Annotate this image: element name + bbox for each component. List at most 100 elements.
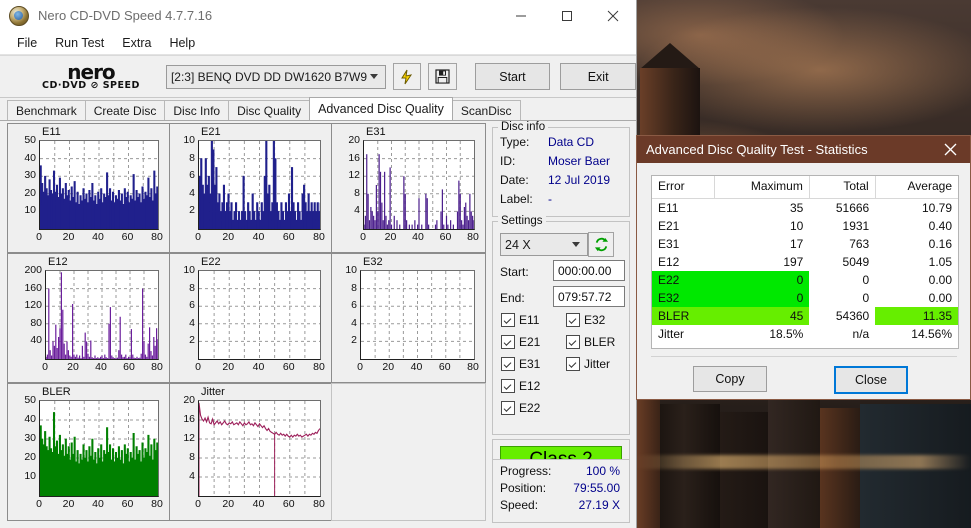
tab-create-disc[interactable]: Create Disc (84, 100, 166, 120)
refresh-button[interactable] (588, 232, 614, 257)
table-row[interactable]: BLER 45 54360 11.35 (652, 307, 958, 325)
chart-bler-xtick: 20 (62, 498, 75, 510)
checkbox-e31-label: E31 (519, 357, 541, 371)
checkbox-e21[interactable]: E21 (501, 335, 540, 349)
tab-disc-quality[interactable]: Disc Quality (228, 100, 311, 120)
drive-select[interactable]: [2:3] BENQ DVD DD DW1620 B7W9 (165, 64, 386, 89)
tab-scandisc[interactable]: ScanDisc (451, 100, 521, 120)
cell-maximum: 35 (790, 201, 804, 215)
chart-plot-bler (39, 400, 159, 497)
chart-plot-e31 (363, 140, 475, 230)
table-row[interactable]: E31 17 763 0.16 (652, 235, 958, 253)
checkbox-e12[interactable]: E12 (501, 379, 540, 393)
chart-plot-e22 (198, 270, 321, 360)
menu-extra[interactable]: Extra (113, 34, 160, 52)
checkbox-jitter-label: Jitter (584, 357, 611, 371)
nero-logo-line1: nero (67, 60, 115, 85)
table-row[interactable]: E12 197 5049 1.05 (652, 253, 958, 271)
start-button[interactable]: Start (474, 63, 551, 90)
table-row[interactable]: E21 10 1931 0.40 (652, 217, 958, 235)
checkbox-e21-label: E21 (519, 335, 541, 349)
table-row[interactable]: Jitter 18.5% n/a 14.56% (652, 325, 958, 343)
checkbox-e22-label: E22 (519, 401, 541, 415)
tab-disc-info[interactable]: Disc Info (164, 100, 230, 120)
menu-run-test[interactable]: Run Test (46, 34, 113, 52)
checkbox-e11-label: E11 (519, 313, 540, 327)
cell-average: 0.16 (928, 237, 952, 251)
checkmark-icon (501, 357, 515, 371)
column-header-maximum: Maximum (714, 176, 810, 199)
statistics-table: Error Maximum Total Average E11 35 51666 10… (652, 176, 958, 343)
speed-select[interactable]: 24 X (500, 233, 588, 256)
chevron-down-icon (369, 74, 378, 79)
checkbox-jitter[interactable]: Jitter (566, 357, 610, 371)
position-value: 79:55.00 (573, 481, 620, 495)
menu-help[interactable]: Help (160, 34, 204, 52)
disc-info-caption: Disc info (498, 121, 549, 133)
checkbox-e32[interactable]: E32 (566, 313, 605, 327)
chart-e31-xtick: 60 (439, 231, 452, 243)
chart-e21-xtick: 60 (282, 231, 295, 243)
chart-e11-xtick: 80 (151, 231, 163, 243)
checkbox-e22[interactable]: E22 (501, 401, 540, 415)
cell-error: Jitter (658, 327, 685, 341)
chart-panel-e12: E12 40 80 120 160 200 0 20 40 60 80 (7, 253, 173, 383)
scan-end-input[interactable]: 079:57.72 (553, 286, 625, 307)
chart-panel-e21: E21 2 4 6 8 10 0 20 40 60 80 (169, 123, 335, 253)
chart-title-e11: E11 (42, 126, 61, 138)
chart-e11-ytick: 40 (24, 151, 36, 164)
checkbox-bler[interactable]: BLER (566, 335, 615, 349)
copy-button[interactable]: Copy (693, 366, 767, 392)
chart-panel-bler: BLER 10 20 30 40 50 0 20 40 60 80 (7, 383, 173, 521)
exit-button[interactable]: Exit (560, 63, 636, 90)
maximize-button[interactable] (544, 0, 590, 31)
chart-title-e31: E31 (366, 126, 386, 138)
close-button[interactable] (590, 0, 636, 31)
save-button[interactable] (428, 63, 457, 90)
chart-e32-xtick: 80 (467, 361, 479, 373)
chart-e21-xtick: 80 (313, 231, 325, 243)
chart-bler-xtick: 80 (151, 498, 163, 510)
minimize-button[interactable] (498, 0, 544, 31)
menu-file[interactable]: File (8, 34, 46, 52)
chart-e12-ytick: 80 (30, 316, 42, 329)
table-row[interactable]: E32 0 0 0.00 (652, 289, 958, 307)
chart-panel-e31: E31 4 8 12 16 20 0 20 40 60 80 (331, 123, 486, 253)
wallpaper-street-glow (636, 455, 971, 469)
checkmark-icon (566, 313, 580, 327)
speed-value: 27.19 X (578, 498, 620, 512)
chart-e11-ytick: 50 (24, 134, 36, 146)
dialog-close-button[interactable] (930, 136, 970, 163)
table-row[interactable]: E11 35 51666 10.79 (652, 199, 958, 218)
checkmark-icon (501, 379, 515, 393)
checkbox-e11[interactable]: E11 (501, 313, 539, 327)
disc-type-label: Type: (500, 135, 530, 149)
cell-total: 0 (862, 273, 870, 287)
chart-e12-xtick: 60 (123, 361, 135, 373)
chart-title-bler: BLER (42, 386, 71, 398)
menubar: File Run Test Extra Help (0, 32, 636, 55)
chart-e31-xtick: 0 (360, 231, 366, 243)
tab-benchmark[interactable]: Benchmark (7, 100, 86, 120)
chart-panel-e11: E11 10 20 30 40 50 0 20 40 60 80 (7, 123, 173, 253)
scan-start-input[interactable]: 000:00.00 (553, 260, 625, 281)
chart-e11-xtick: 40 (92, 231, 104, 243)
checkmark-icon (501, 401, 515, 415)
close-dialog-button[interactable]: Close (834, 366, 908, 394)
chart-e31-xtick: 40 (412, 231, 424, 243)
chart-e11-ytick: 20 (24, 186, 36, 199)
table-row[interactable]: E22 0 0 0.00 (652, 271, 958, 289)
chart-e31-xtick: 20 (384, 231, 397, 243)
chart-e32-xtick: 40 (410, 361, 423, 373)
cell-average: 0.40 (928, 219, 952, 233)
chart-e12-xtick: 40 (95, 361, 107, 373)
chart-e31-ytick: 20 (348, 134, 360, 146)
chart-e11-xtick: 60 (121, 231, 134, 243)
chart-e31-ytick: 12 (348, 169, 360, 182)
chart-e22-xtick: 80 (313, 361, 325, 373)
drive-speed-button[interactable] (392, 63, 422, 90)
checkmark-icon (566, 335, 580, 349)
checkbox-e31[interactable]: E31 (501, 357, 540, 371)
cell-error: E12 (658, 255, 680, 269)
tab-advanced-disc-quality[interactable]: Advanced Disc Quality (309, 97, 453, 120)
